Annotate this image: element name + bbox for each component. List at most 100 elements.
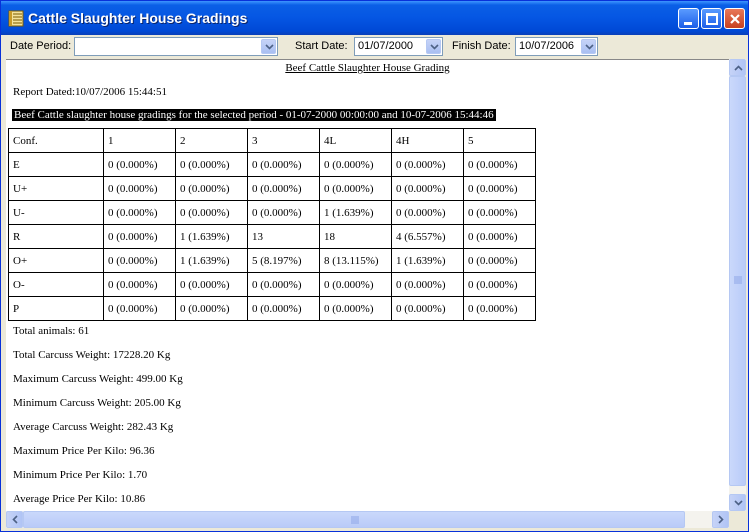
table-cell: 0 (0.000%) xyxy=(319,176,392,201)
finish-date-dropdown-button[interactable] xyxy=(581,39,596,54)
scroll-down-button[interactable] xyxy=(729,494,746,511)
table-cell: 1 (1.639%) xyxy=(175,248,248,273)
table-cell: 0 (0.000%) xyxy=(463,248,536,273)
table-header-cell: 5 xyxy=(463,128,536,153)
vertical-scrollbar[interactable] xyxy=(729,59,746,511)
table-row: P 0 (0.000%) 0 (0.000%) 0 (0.000%) 0 (0.… xyxy=(8,296,536,321)
finish-date-label: Finish Date: xyxy=(452,40,511,52)
table-header-cell: 1 xyxy=(103,128,176,153)
table-cell: 0 (0.000%) xyxy=(391,272,464,297)
table-cell: 0 (0.000%) xyxy=(103,176,176,201)
table-header-cell: 4L xyxy=(319,128,392,153)
table-cell: 0 (0.000%) xyxy=(247,152,320,177)
table-cell: 0 (0.000%) xyxy=(175,200,248,225)
table-header-row: Conf. 1 2 3 4L 4H 5 xyxy=(8,128,536,153)
horizontal-scrollbar[interactable] xyxy=(6,511,729,528)
window-title: Cattle Slaughter House Gradings xyxy=(28,10,248,26)
table-cell: 1 (1.639%) xyxy=(175,224,248,249)
table-cell: 0 (0.000%) xyxy=(391,296,464,321)
chevron-right-icon xyxy=(718,515,724,524)
table-cell: 8 (13.115%) xyxy=(319,248,392,273)
stat-avg-weight: Average Carcuss Weight: 282.43 Kg xyxy=(13,421,174,433)
report-content: Beef Cattle Slaughter House Grading Repo… xyxy=(6,59,729,511)
report-period: Beef Cattle slaughter house gradings for… xyxy=(12,109,496,121)
maximize-icon xyxy=(706,13,718,25)
table-cell: P xyxy=(8,296,104,321)
table-cell: U+ xyxy=(8,176,104,201)
table-row: E 0 (0.000%) 0 (0.000%) 0 (0.000%) 0 (0.… xyxy=(8,152,536,177)
report-window: Cattle Slaughter House Gradings Date Per… xyxy=(0,0,749,532)
title-bar[interactable]: Cattle Slaughter House Gradings xyxy=(1,1,748,35)
scroll-left-button[interactable] xyxy=(6,511,23,528)
table-row: R 0 (0.000%) 1 (1.639%) 13 18 4 (6.557%)… xyxy=(8,224,536,249)
table-cell: 0 (0.000%) xyxy=(319,152,392,177)
vertical-scroll-thumb[interactable] xyxy=(729,76,746,486)
grip-icon xyxy=(351,516,359,524)
table-cell: 18 xyxy=(319,224,392,249)
table-cell: O- xyxy=(8,272,104,297)
horizontal-scroll-thumb[interactable] xyxy=(23,511,685,528)
table-cell: 0 (0.000%) xyxy=(247,200,320,225)
start-date-value: 01/07/2000 xyxy=(358,40,414,52)
table-cell: 0 (0.000%) xyxy=(319,296,392,321)
close-button[interactable] xyxy=(724,8,745,29)
date-period-label: Date Period: xyxy=(10,40,72,52)
table-cell: 0 (0.000%) xyxy=(103,224,176,249)
table-row: U+ 0 (0.000%) 0 (0.000%) 0 (0.000%) 0 (0… xyxy=(8,176,536,201)
table-cell: 0 (0.000%) xyxy=(103,200,176,225)
stat-min-weight: Minimum Carcuss Weight: 205.00 Kg xyxy=(13,397,181,409)
stat-max-price: Maximum Price Per Kilo: 96.36 xyxy=(13,445,155,457)
table-row: U- 0 (0.000%) 0 (0.000%) 0 (0.000%) 1 (1… xyxy=(8,200,536,225)
table-row: O- 0 (0.000%) 0 (0.000%) 0 (0.000%) 0 (0… xyxy=(8,272,536,297)
chevron-up-icon xyxy=(734,65,743,71)
table-cell: O+ xyxy=(8,248,104,273)
scrollbar-corner xyxy=(729,511,746,528)
stat-total-animals: Total animals: 61 xyxy=(13,325,90,337)
table-header-cell: 4H xyxy=(391,128,464,153)
table-cell: 0 (0.000%) xyxy=(463,224,536,249)
date-period-dropdown-button[interactable] xyxy=(261,39,276,54)
table-cell: 0 (0.000%) xyxy=(463,296,536,321)
close-icon xyxy=(730,14,740,24)
minimize-icon xyxy=(684,22,692,25)
table-cell: 13 xyxy=(247,224,320,249)
table-cell: 0 (0.000%) xyxy=(463,200,536,225)
table-cell: 0 (0.000%) xyxy=(319,272,392,297)
finish-date-value: 10/07/2006 xyxy=(519,40,575,52)
chevron-left-icon xyxy=(12,515,18,524)
chevron-down-icon xyxy=(734,500,743,506)
filter-toolbar: Date Period: Start Date: 01/07/2000 Fini… xyxy=(1,35,748,59)
table-cell: 0 (0.000%) xyxy=(247,296,320,321)
table-cell: 1 (1.639%) xyxy=(319,200,392,225)
chevron-down-icon xyxy=(430,44,439,50)
minimize-button[interactable] xyxy=(678,8,699,29)
table-cell: 0 (0.000%) xyxy=(463,152,536,177)
date-period-select[interactable] xyxy=(74,37,278,56)
table-header-cell: Conf. xyxy=(8,128,104,153)
table-cell: 0 (0.000%) xyxy=(391,152,464,177)
start-date-dropdown-button[interactable] xyxy=(426,39,441,54)
table-cell: 0 (0.000%) xyxy=(103,272,176,297)
finish-date-picker[interactable]: 10/07/2006 xyxy=(515,37,598,56)
table-cell: 0 (0.000%) xyxy=(175,272,248,297)
chevron-down-icon xyxy=(265,44,274,50)
table-header-cell: 2 xyxy=(175,128,248,153)
grading-table: Conf. 1 2 3 4L 4H 5 E 0 (0.000%) 0 (0.00… xyxy=(8,128,536,321)
table-cell: 4 (6.557%) xyxy=(391,224,464,249)
stat-min-price: Minimum Price Per Kilo: 1.70 xyxy=(13,469,148,481)
table-cell: 0 (0.000%) xyxy=(175,152,248,177)
scroll-right-button[interactable] xyxy=(712,511,729,528)
start-date-picker[interactable]: 01/07/2000 xyxy=(354,37,443,56)
scroll-up-button[interactable] xyxy=(729,59,746,76)
report-title: Beef Cattle Slaughter House Grading xyxy=(285,62,450,74)
table-cell: 0 (0.000%) xyxy=(103,152,176,177)
chevron-down-icon xyxy=(585,44,594,50)
table-cell: 0 (0.000%) xyxy=(247,272,320,297)
table-cell: 0 (0.000%) xyxy=(103,296,176,321)
table-cell: 1 (1.639%) xyxy=(391,248,464,273)
table-cell: 0 (0.000%) xyxy=(463,176,536,201)
maximize-button[interactable] xyxy=(701,8,722,29)
table-cell: 0 (0.000%) xyxy=(463,272,536,297)
report-dated: Report Dated:10/07/2006 15:44:51 xyxy=(13,86,167,98)
start-date-label: Start Date: xyxy=(295,40,348,52)
